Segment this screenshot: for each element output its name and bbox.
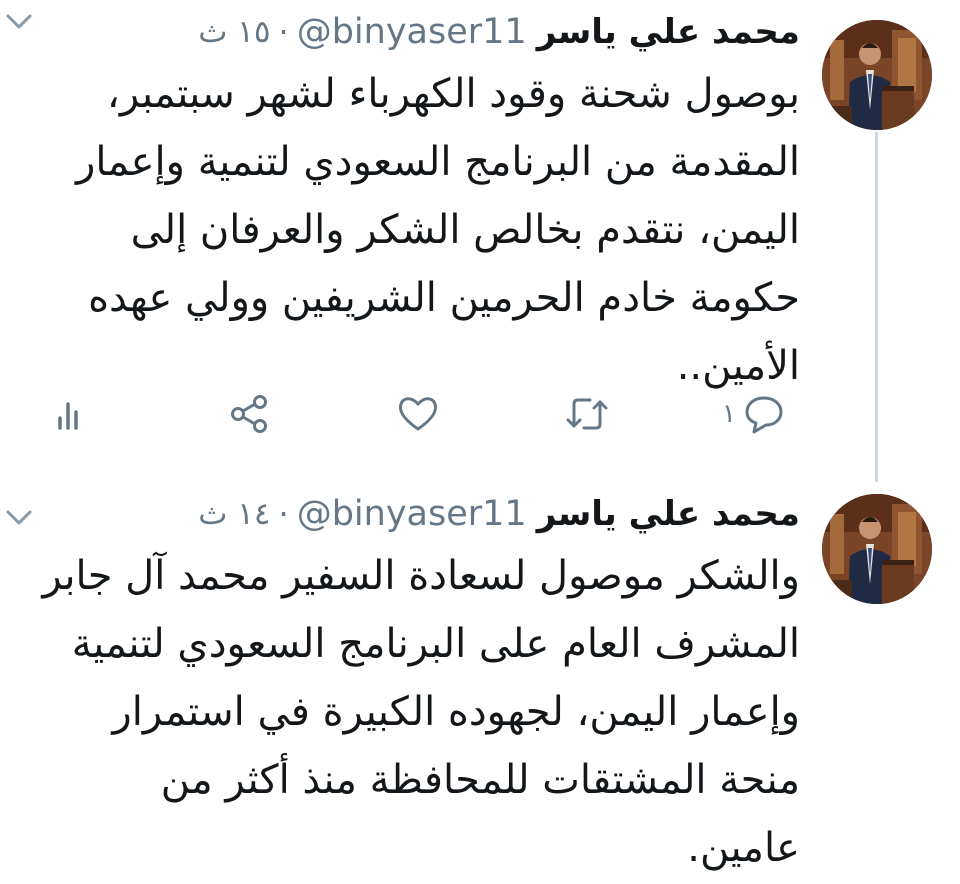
reply-icon [745,396,783,434]
tweet-text-line: الأمين.. [676,343,800,389]
tweet-time[interactable]: ١٥ ث [198,14,270,50]
author-handle[interactable]: @binyaser11 [297,494,527,534]
tweet-actions: ١ [40,392,800,442]
reply-button[interactable]: ١ [722,392,786,436]
analytics-button[interactable] [50,392,90,436]
author-name[interactable]: محمد علي ياسر [537,494,800,534]
share-icon [231,395,267,433]
tweet-text-line: منحة المشتقات للمحافظة منذ أكثر من [160,757,800,803]
share-button[interactable] [228,392,272,436]
like-button[interactable] [396,392,440,436]
reply-count: ١ [722,399,736,429]
chevron-down-icon[interactable] [2,504,36,530]
retweet-button[interactable] [564,392,610,436]
thread-line [875,132,878,482]
author-name[interactable]: محمد علي ياسر [537,12,800,52]
tweet-text-line: والشكر موصول لسعادة السفير محمد آل جابر [42,553,800,599]
tweet[interactable]: محمد علي ياسر @binyaser11 · ١٥ ث بوصول ش… [0,0,960,482]
tweet-text-line: المشرف العام على البرنامج السعودي لتنمية [71,621,800,667]
chevron-down-icon[interactable] [2,8,36,34]
tweet-text-line: عامين. [687,825,800,871]
tweet-text: بوصول شحنة وقود الكهرباء لشهر سبتمبر، ال… [30,60,800,400]
tweet-header: محمد علي ياسر @binyaser11 · ١٥ ث [30,8,800,56]
retweet-icon [566,398,608,430]
tweet-text: والشكر موصول لسعادة السفير محمد آل جابر … [30,542,800,882]
tweet-text-line: المقدمة من البرنامج السعودي لتنمية وإعما… [76,139,800,185]
tweet-content: محمد علي ياسر @binyaser11 · ١٤ ث والشكر … [30,490,800,882]
tweet[interactable]: محمد علي ياسر @binyaser11 · ١٤ ث والشكر … [0,470,960,884]
separator-dot: · [278,13,289,51]
avatar[interactable] [822,20,932,130]
heart-icon [399,397,437,431]
author-handle[interactable]: @binyaser11 [297,12,527,52]
tweet-header: محمد علي ياسر @binyaser11 · ١٤ ث [30,490,800,538]
tweet-text-line: حكومة خادم الحرمين الشريفين وولي عهده [88,275,800,321]
analytics-icon [58,402,78,430]
tweet-content: محمد علي ياسر @binyaser11 · ١٥ ث بوصول ش… [30,8,800,400]
avatar[interactable] [822,494,932,604]
tweet-time[interactable]: ١٤ ث [198,496,270,532]
tweet-text-line: وإعمار اليمن، لجهوده الكبيرة في استمرار [112,689,800,735]
avatar-photo [822,494,932,604]
tweet-text-line: بوصول شحنة وقود الكهرباء لشهر سبتمبر، [106,71,800,117]
separator-dot: · [278,495,289,533]
tweet-text-line: اليمن، نتقدم بخالص الشكر والعرفان إلى [130,207,800,253]
avatar-photo [822,20,932,130]
